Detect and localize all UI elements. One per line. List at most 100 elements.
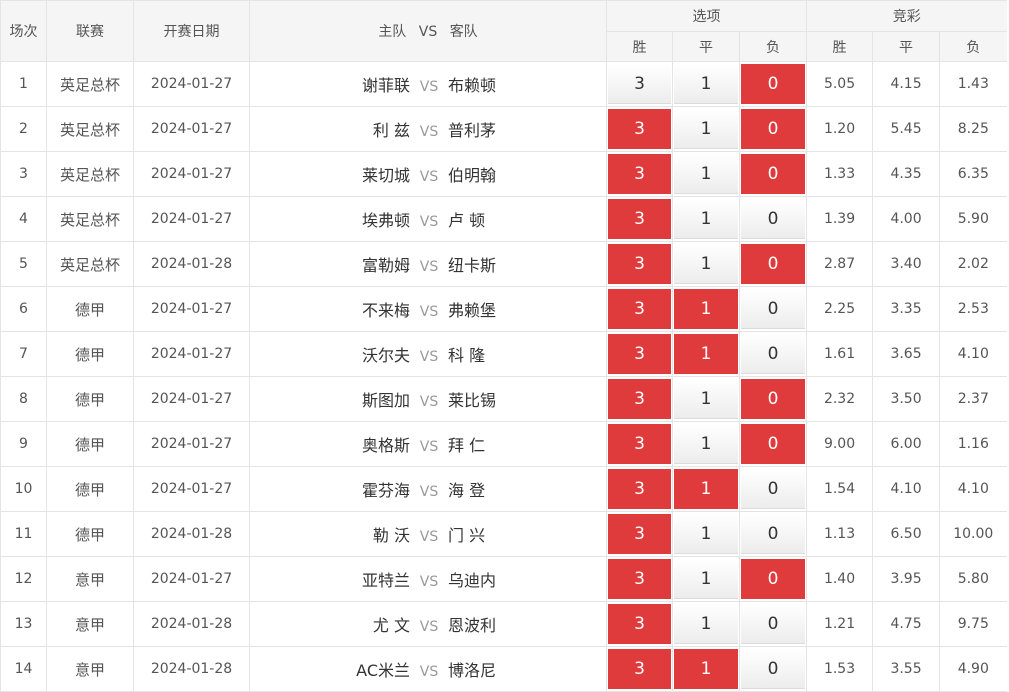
option-draw-button[interactable]: 1 — [674, 199, 738, 239]
away-team: 拜 仁 — [448, 436, 486, 455]
option-win-button[interactable]: 3 — [608, 334, 671, 374]
option-draw-button[interactable]: 1 — [674, 469, 738, 509]
option-cell: 1 — [672, 151, 740, 197]
option-draw-button[interactable]: 1 — [674, 514, 738, 554]
option-lose-button[interactable]: 0 — [741, 154, 806, 194]
home-team: 不来梅 — [361, 301, 410, 320]
vs-label: VS — [419, 664, 439, 680]
match-no: 8 — [0, 376, 47, 422]
table-row: 2 英足总杯 2024-01-27 利 兹 VS 普利茅 3 1 0 1.20 5.45 8.25 — [0, 106, 1007, 152]
odds-lose: 2.02 — [939, 241, 1007, 287]
match-no: 10 — [0, 466, 47, 512]
option-win-button[interactable]: 3 — [608, 379, 671, 419]
league-cell: 英足总杯 — [46, 151, 134, 197]
home-team: 谢菲联 — [361, 76, 410, 95]
option-cell: 3 — [606, 286, 673, 332]
option-cell: 0 — [738, 106, 808, 152]
header-odds-lose: 负 — [939, 31, 1007, 62]
option-cell: 0 — [738, 511, 808, 557]
option-win-button[interactable]: 3 — [608, 199, 671, 239]
odds-win: 5.05 — [806, 61, 874, 107]
option-win-button[interactable]: 3 — [608, 109, 671, 149]
option-draw-button[interactable]: 1 — [674, 334, 738, 374]
teams-cell: 谢菲联 VS 布赖顿 — [249, 61, 607, 107]
away-team: 科 隆 — [448, 346, 486, 365]
table-row: 10 德甲 2024-01-27 霍芬海 VS 海 登 3 1 0 1.54 4.10 4.10 — [0, 466, 1007, 512]
option-cell: 3 — [606, 466, 673, 512]
home-team: 富勒姆 — [361, 256, 410, 275]
option-win-button[interactable]: 3 — [608, 514, 671, 554]
option-cell: 3 — [606, 241, 673, 287]
date-cell: 2024-01-28 — [133, 646, 250, 692]
odds-draw: 4.00 — [872, 196, 941, 242]
option-win-button[interactable]: 3 — [608, 649, 671, 689]
option-lose-button[interactable]: 0 — [741, 109, 806, 149]
date-cell: 2024-01-27 — [133, 421, 250, 467]
table-row: 8 德甲 2024-01-27 斯图加 VS 莱比锡 3 1 0 2.32 3.50 2.37 — [0, 376, 1007, 422]
option-draw-button[interactable]: 1 — [674, 559, 738, 599]
option-lose-button[interactable]: 0 — [741, 604, 806, 644]
option-lose-button[interactable]: 0 — [741, 289, 806, 329]
option-lose-button[interactable]: 0 — [741, 64, 806, 104]
odds-lose: 6.35 — [939, 151, 1007, 197]
option-win-button[interactable]: 3 — [608, 64, 671, 104]
option-draw-button[interactable]: 1 — [674, 244, 738, 284]
away-team: 恩波利 — [448, 616, 497, 635]
option-win-button[interactable]: 3 — [608, 154, 671, 194]
option-draw-button[interactable]: 1 — [674, 424, 738, 464]
league-cell: 英足总杯 — [46, 61, 134, 107]
option-cell: 3 — [606, 151, 673, 197]
teams-cell: 不来梅 VS 弗赖堡 — [249, 286, 607, 332]
header-option-draw: 平 — [672, 31, 740, 62]
option-lose-button[interactable]: 0 — [741, 559, 806, 599]
option-draw-button[interactable]: 1 — [674, 109, 738, 149]
option-cell: 0 — [738, 421, 808, 467]
option-draw-button[interactable]: 1 — [674, 64, 738, 104]
odds-draw: 4.35 — [872, 151, 941, 197]
league-cell: 英足总杯 — [46, 241, 134, 287]
vs-label: VS — [419, 79, 439, 95]
option-draw-button[interactable]: 1 — [674, 604, 738, 644]
option-draw-button[interactable]: 1 — [674, 379, 738, 419]
teams-cell: 奥格斯 VS 拜 仁 — [249, 421, 607, 467]
league-cell: 意甲 — [46, 556, 134, 602]
table-row: 4 英足总杯 2024-01-27 埃弗顿 VS 卢 顿 3 1 0 1.39 4.00 5.90 — [0, 196, 1007, 242]
teams-cell: 沃尔夫 VS 科 隆 — [249, 331, 607, 377]
odds-draw: 3.65 — [872, 331, 941, 377]
option-win-button[interactable]: 3 — [608, 559, 671, 599]
option-lose-button[interactable]: 0 — [741, 379, 806, 419]
option-draw-button[interactable]: 1 — [674, 289, 738, 329]
option-win-button[interactable]: 3 — [608, 289, 671, 329]
away-team: 布赖顿 — [448, 76, 497, 95]
teams-cell: 莱切城 VS 伯明翰 — [249, 151, 607, 197]
option-lose-button[interactable]: 0 — [741, 514, 806, 554]
option-cell: 0 — [738, 61, 808, 107]
option-cell: 0 — [738, 601, 808, 647]
option-win-button[interactable]: 3 — [608, 604, 671, 644]
option-cell: 3 — [606, 376, 673, 422]
option-lose-button[interactable]: 0 — [741, 469, 806, 509]
header-home: 主队 — [378, 24, 407, 40]
option-cell: 1 — [672, 196, 740, 242]
option-lose-button[interactable]: 0 — [741, 334, 806, 374]
option-lose-button[interactable]: 0 — [741, 244, 806, 284]
option-draw-button[interactable]: 1 — [674, 154, 738, 194]
away-team: 弗赖堡 — [448, 301, 497, 320]
date-cell: 2024-01-27 — [133, 556, 250, 602]
header-teams: 主队 VS 客队 — [249, 0, 607, 62]
vs-label: VS — [419, 259, 439, 275]
header-options-group: 选项 — [605, 0, 808, 32]
away-team: 普利茅 — [448, 121, 497, 140]
option-draw-button[interactable]: 1 — [674, 649, 738, 689]
table-row: 6 德甲 2024-01-27 不来梅 VS 弗赖堡 3 1 0 2.25 3.35 2.53 — [0, 286, 1007, 332]
option-lose-button[interactable]: 0 — [741, 199, 806, 239]
match-no: 1 — [0, 61, 47, 107]
option-win-button[interactable]: 3 — [608, 469, 671, 509]
option-win-button[interactable]: 3 — [608, 424, 671, 464]
option-win-button[interactable]: 3 — [608, 244, 671, 284]
option-lose-button[interactable]: 0 — [741, 649, 806, 689]
home-team: 亚特兰 — [361, 571, 410, 590]
option-lose-button[interactable]: 0 — [741, 424, 806, 464]
lottery-match-table: 场次 联赛 开赛日期 主队 VS 客队 选项 竞彩 胜 平 负 胜 平 负 1英… — [0, 0, 1007, 692]
option-cell: 1 — [672, 556, 740, 602]
